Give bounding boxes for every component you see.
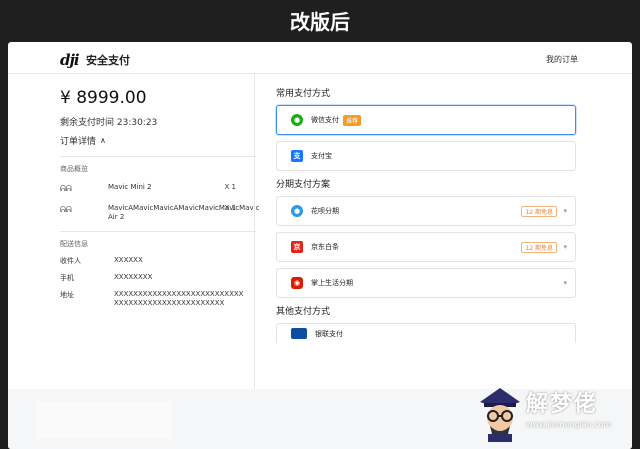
unionpay-icon bbox=[291, 328, 307, 339]
product-row: ᕱᕱ Mavic Mini 2 X 1 bbox=[60, 183, 256, 195]
alipay-icon: 支 bbox=[291, 150, 303, 162]
chevron-down-icon[interactable]: ▾ bbox=[563, 207, 567, 215]
watermark-text: 解梦佬 bbox=[526, 392, 599, 417]
pay-option-jd[interactable]: 京 京东白条 12 期免息 ▾ bbox=[276, 232, 576, 262]
recommended-badge: 推荐 bbox=[343, 114, 362, 126]
other-methods-title: 其他支付方式 bbox=[276, 307, 331, 317]
pay-option-label: 花呗分期 bbox=[311, 207, 339, 215]
shipping-key: 收件人 bbox=[60, 257, 81, 265]
shipping-section-label: 配送信息 bbox=[60, 240, 88, 248]
shipping-row: 手机 XXXXXXXX bbox=[60, 273, 256, 283]
divider bbox=[60, 231, 256, 232]
installment-tag: 12 期免息 bbox=[521, 205, 557, 217]
order-amount: ¥ 8999.00 bbox=[60, 88, 147, 108]
huabei-icon: ● bbox=[291, 205, 303, 217]
installment-title: 分期支付方案 bbox=[276, 180, 331, 190]
installment-tag: 12 期免息 bbox=[521, 241, 557, 253]
watermark: 解梦佬 www.jiemenglao.com bbox=[468, 384, 640, 449]
jd-icon: 京 bbox=[291, 241, 303, 253]
shipping-row: 收件人 XXXXXX bbox=[60, 256, 256, 266]
product-name: MavicAMavicMavicAMavicMavicMavicMavic Ai… bbox=[108, 204, 260, 221]
pay-option-unionpay[interactable]: 银联支付 bbox=[276, 323, 576, 343]
pay-option-huabei[interactable]: ● 花呗分期 12 期免息 ▾ bbox=[276, 196, 576, 226]
product-row: ᕱᕱ MavicAMavicMavicAMavicMavicMavicMavic… bbox=[60, 204, 260, 222]
pay-option-wechat[interactable]: ● 微信支付 推荐 bbox=[276, 105, 576, 135]
pay-option-label: 微信支付 bbox=[311, 116, 339, 124]
product-name: Mavic Mini 2 bbox=[108, 183, 152, 191]
pay-option-label: 掌上生活分期 bbox=[311, 279, 353, 287]
payment-methods: 常用支付方式 ● 微信支付 推荐 支 支付宝 分期支付方案 ● 花呗分期 12 … bbox=[276, 82, 576, 343]
common-methods-title: 常用支付方式 bbox=[276, 89, 331, 99]
drone-icon: ᕱᕱ bbox=[60, 184, 72, 193]
header: dji 安全支付 我的订单 bbox=[8, 42, 632, 74]
wechat-icon: ● bbox=[291, 114, 303, 126]
divider bbox=[60, 156, 256, 157]
products-section-label: 商品概览 bbox=[60, 165, 88, 173]
order-summary: ¥ 8999.00 剩余支付时间 23:30:23 订单详情 ∧ 商品概览 ᕱᕱ… bbox=[60, 82, 260, 308]
shipping-value: XXXXXXXX bbox=[114, 273, 153, 281]
chevron-up-icon: ∧ bbox=[100, 136, 106, 145]
remaining-time: 剩余支付时间 23:30:23 bbox=[60, 118, 158, 128]
order-details-label: 订单详情 bbox=[60, 137, 97, 147]
shipping-key: 手机 bbox=[60, 274, 74, 282]
shipping-value: XXXXXXXXXXXXXXXXXXXXXXXXXXXXXXXXXXXXXXXX… bbox=[114, 290, 244, 307]
shipping-row: 地址 XXXXXXXXXXXXXXXXXXXXXXXXXXXXXXXXXXXXX… bbox=[60, 290, 256, 308]
page-caption: 改版后 bbox=[290, 9, 350, 34]
footer-block bbox=[36, 401, 172, 439]
chevron-down-icon[interactable]: ▾ bbox=[563, 279, 567, 287]
shipping-key: 地址 bbox=[60, 291, 74, 299]
pay-option-label: 支付宝 bbox=[311, 152, 332, 160]
cmb-life-icon: ◉ bbox=[291, 277, 303, 289]
product-qty: X 1 bbox=[224, 183, 236, 191]
pay-option-alipay[interactable]: 支 支付宝 bbox=[276, 141, 576, 171]
chevron-down-icon[interactable]: ▾ bbox=[563, 243, 567, 251]
order-details-toggle[interactable]: 订单详情 ∧ bbox=[60, 134, 256, 147]
dji-logo[interactable]: dji bbox=[60, 51, 80, 69]
watermark-url: www.jiemenglao.com bbox=[526, 420, 612, 429]
pay-option-label: 银联支付 bbox=[315, 329, 343, 338]
my-orders-link[interactable]: 我的订单 bbox=[546, 54, 578, 65]
page-title: 安全支付 bbox=[86, 54, 130, 67]
drone-icon: ᕱᕱ bbox=[60, 205, 72, 214]
pay-option-cmb-life[interactable]: ◉ 掌上生活分期 ▾ bbox=[276, 268, 576, 298]
column-divider bbox=[254, 74, 255, 389]
shipping-value: XXXXXX bbox=[114, 256, 143, 264]
detective-icon bbox=[480, 388, 520, 442]
product-qty: X 1 bbox=[224, 204, 236, 212]
pay-option-label: 京东白条 bbox=[311, 243, 339, 251]
